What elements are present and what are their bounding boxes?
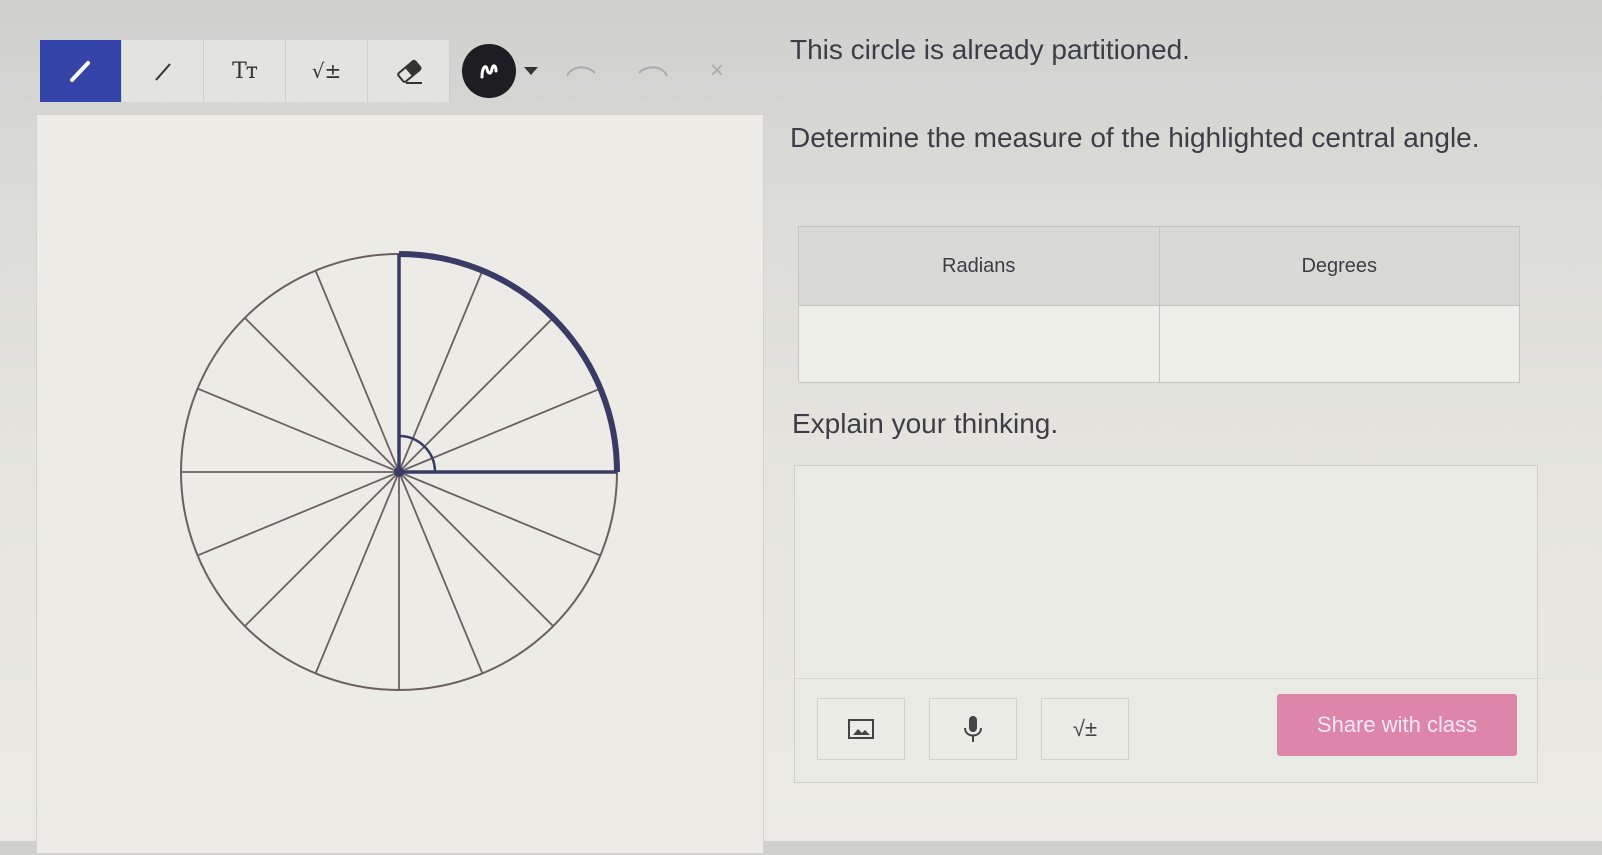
text-icon: Tт (232, 58, 258, 84)
pen-tool-button[interactable] (40, 40, 122, 102)
microphone-icon (964, 716, 982, 742)
radians-cell[interactable] (798, 305, 1162, 383)
response-textarea[interactable] (795, 466, 1541, 679)
answer-table: Radians Degrees (798, 226, 1522, 383)
redo-icon[interactable] (636, 61, 670, 81)
sqrt-icon: √± (311, 59, 342, 83)
line-tool-button[interactable] (122, 40, 204, 102)
color-picker-button[interactable] (462, 44, 516, 98)
radians-input[interactable] (800, 306, 1162, 382)
degrees-header: Degrees (1158, 226, 1520, 306)
radius-line (244, 317, 400, 473)
eraser-tool-button[interactable] (368, 40, 450, 102)
response-box: √± Share with class (794, 465, 1541, 783)
partitioned-circle-figure (180, 251, 620, 691)
eraser-icon (396, 59, 422, 84)
line-icon (154, 63, 171, 81)
image-icon (848, 719, 874, 739)
squiggle-icon (480, 64, 498, 79)
chevron-down-icon[interactable] (524, 67, 538, 75)
center-point (394, 467, 404, 477)
math-tool-button[interactable]: √± (286, 40, 368, 102)
degrees-cell[interactable] (1158, 305, 1522, 383)
radius-line (244, 471, 400, 627)
drawing-toolbar: Tт √± × (40, 40, 724, 102)
pen-icon (69, 61, 90, 82)
text-tool-button[interactable]: Tт (204, 40, 286, 102)
prompt-intro: This circle is already partitioned. (790, 34, 1190, 65)
microphone-button[interactable] (929, 698, 1017, 760)
radius-line (398, 317, 554, 473)
close-icon[interactable]: × (710, 57, 724, 85)
radius-line (398, 471, 554, 627)
degrees-input[interactable] (1160, 306, 1522, 382)
undo-icon[interactable] (564, 61, 598, 81)
math-input-button[interactable]: √± (1041, 698, 1129, 760)
prompt-question: Determine the measure of the highlighted… (790, 122, 1480, 153)
radians-header: Radians (798, 226, 1160, 306)
drawing-canvas[interactable] (36, 114, 764, 854)
image-button[interactable] (817, 698, 905, 760)
explain-label: Explain your thinking. (792, 408, 1059, 439)
share-with-class-button[interactable]: Share with class (1277, 694, 1517, 756)
sqrt-icon: √± (1072, 716, 1098, 741)
